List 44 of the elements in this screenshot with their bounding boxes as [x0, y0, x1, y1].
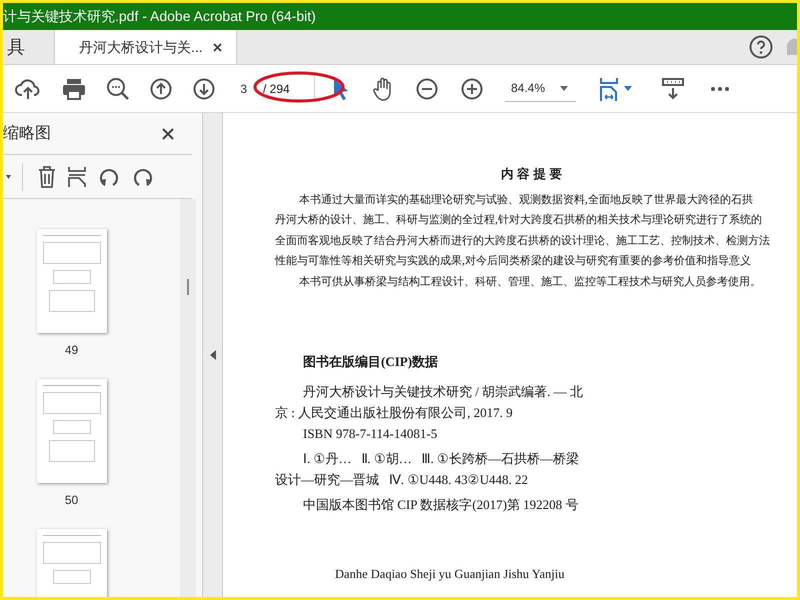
cip-line: 丹河大桥设计与关键技术研究 / 胡崇武编著. — 北	[303, 383, 583, 400]
print-icon[interactable]	[62, 78, 86, 100]
thumbnail-page-number: 50	[64, 492, 78, 509]
caret-icon[interactable]	[624, 86, 632, 91]
page-number-field[interactable]: 3	[235, 80, 247, 98]
cip-line: ISBN 978-7-114-14081-5	[303, 425, 438, 442]
caret-icon	[560, 86, 568, 90]
close-icon[interactable]	[162, 128, 174, 140]
pinyin-title: Danhe Daqiao Sheji yu Guanjian Jishu Yanjiu	[335, 566, 564, 584]
paragraph-line: 全面而客观地反映了结合丹河大桥而进行的大跨度石拱桥的设计理论、施工工艺、控制技术、检测方法	[275, 234, 770, 249]
trash-icon[interactable]	[38, 166, 56, 188]
document-tab[interactable]: 丹河大桥设计与关...	[55, 30, 237, 64]
zoom-out-icon[interactable]	[416, 78, 438, 100]
scroll-mode-icon[interactable]	[662, 78, 684, 100]
page-thumbnail[interactable]	[36, 229, 106, 333]
cip-line: Ⅰ. ①丹… Ⅱ. ①胡… Ⅲ. ①长跨桥—石拱桥—桥梁	[303, 450, 579, 468]
next-page-icon[interactable]	[193, 78, 215, 100]
close-tab-icon[interactable]	[212, 42, 222, 52]
page-thumbnail[interactable]	[36, 379, 106, 483]
zoom-search-icon[interactable]	[106, 76, 130, 100]
previous-page-icon[interactable]	[150, 78, 172, 100]
page-total: / 294	[263, 80, 290, 98]
help-icon[interactable]	[749, 35, 773, 59]
more-options-icon[interactable]	[711, 86, 729, 90]
cip-heading: 图书在版编目(CIP)数据	[303, 352, 438, 371]
collapse-arrow-icon[interactable]	[210, 350, 216, 360]
cip-line: 中国版本图书馆 CIP 数据核字(2017)第 192208 号	[303, 496, 578, 514]
thumbnail-page-number: 49	[64, 342, 78, 359]
paragraph-line: 本书通过大量而详实的基础理论研究与试验、观测数据资料,全面地反映了世界最大跨径的石拱	[299, 192, 753, 208]
caret-icon[interactable]	[6, 174, 11, 178]
zoom-in-icon[interactable]	[461, 78, 483, 100]
select-cursor-icon[interactable]	[333, 78, 349, 100]
scrollbar-thumb[interactable]	[187, 279, 189, 295]
cip-line: 京 : 人民交通出版社股份有限公司, 2017. 9	[275, 404, 513, 422]
panel-title: 缩略图	[3, 124, 51, 144]
cloud-upload-icon[interactable]	[15, 76, 41, 100]
paragraph-line: 性能与可靠性等相关研究与实践的成果,对今后同类桥梁的建设与研究有重要的参考价值和指导意义	[275, 254, 751, 270]
cip-line: 设计—研究—晋城 Ⅳ. ①U448. 43②U448. 22	[275, 471, 528, 488]
insert-page-icon[interactable]	[68, 166, 86, 188]
paragraph-line: 丹河大桥的设计、施工、科研与监测的全过程,针对大跨度石拱桥的相关技术与理论研究进行了系统的	[275, 212, 762, 228]
window-title: 计与关键技术研究.pdf - Adobe Acrobat Pro (64-bit)	[3, 7, 316, 26]
page-heading: 内 容 提 要	[501, 166, 562, 183]
zoom-dropdown[interactable]: 84.4%	[505, 76, 576, 102]
paragraph-line: 本书可供从事桥梁与结构工程设计、科研、管理、施工、监控等工程技术与研究人员参考使用。	[299, 274, 761, 290]
